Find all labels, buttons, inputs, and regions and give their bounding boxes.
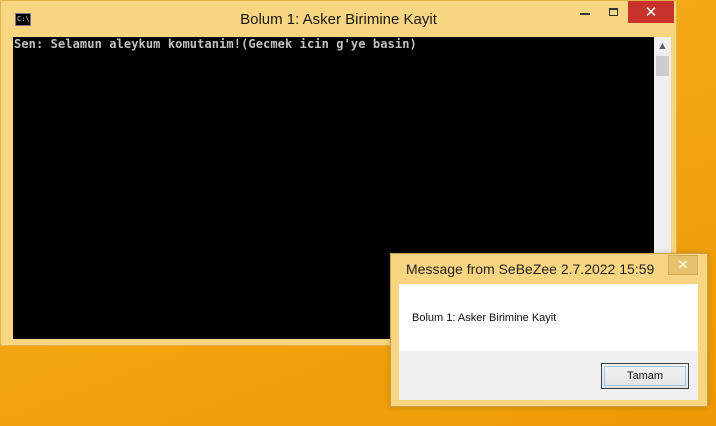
- dialog-message-area: Bolum 1: Asker Birimine Kayit: [399, 284, 698, 351]
- chevron-up-icon: ▲: [659, 41, 666, 50]
- dialog-content: Bolum 1: Asker Birimine Kayit Tamam: [399, 284, 698, 400]
- ok-button[interactable]: Tamam: [601, 363, 689, 389]
- message-dialog: Message from SeBeZee 2.7.2022 15:59 ✕ Bo…: [390, 253, 708, 407]
- minimize-icon: [580, 13, 590, 15]
- maximize-icon: [608, 8, 618, 16]
- scroll-thumb[interactable]: [656, 56, 669, 76]
- close-button[interactable]: ✕: [628, 1, 674, 23]
- scroll-up-button[interactable]: ▲: [654, 37, 671, 54]
- console-titlebar[interactable]: C:\ Bolum 1: Asker Birimine Kayit ✕: [1, 1, 676, 37]
- dialog-close-button[interactable]: ✕: [668, 255, 698, 275]
- dialog-message-text: Bolum 1: Asker Birimine Kayit: [412, 312, 557, 324]
- dialog-title: Message from SeBeZee 2.7.2022 15:59: [406, 261, 655, 277]
- minimize-button[interactable]: [570, 1, 600, 23]
- maximize-button[interactable]: [600, 1, 626, 23]
- console-output-line: Sen: Selamun aleykum komutanim!(Gecmek i…: [14, 37, 417, 51]
- close-icon: ✕: [677, 257, 689, 273]
- close-icon: ✕: [644, 3, 658, 21]
